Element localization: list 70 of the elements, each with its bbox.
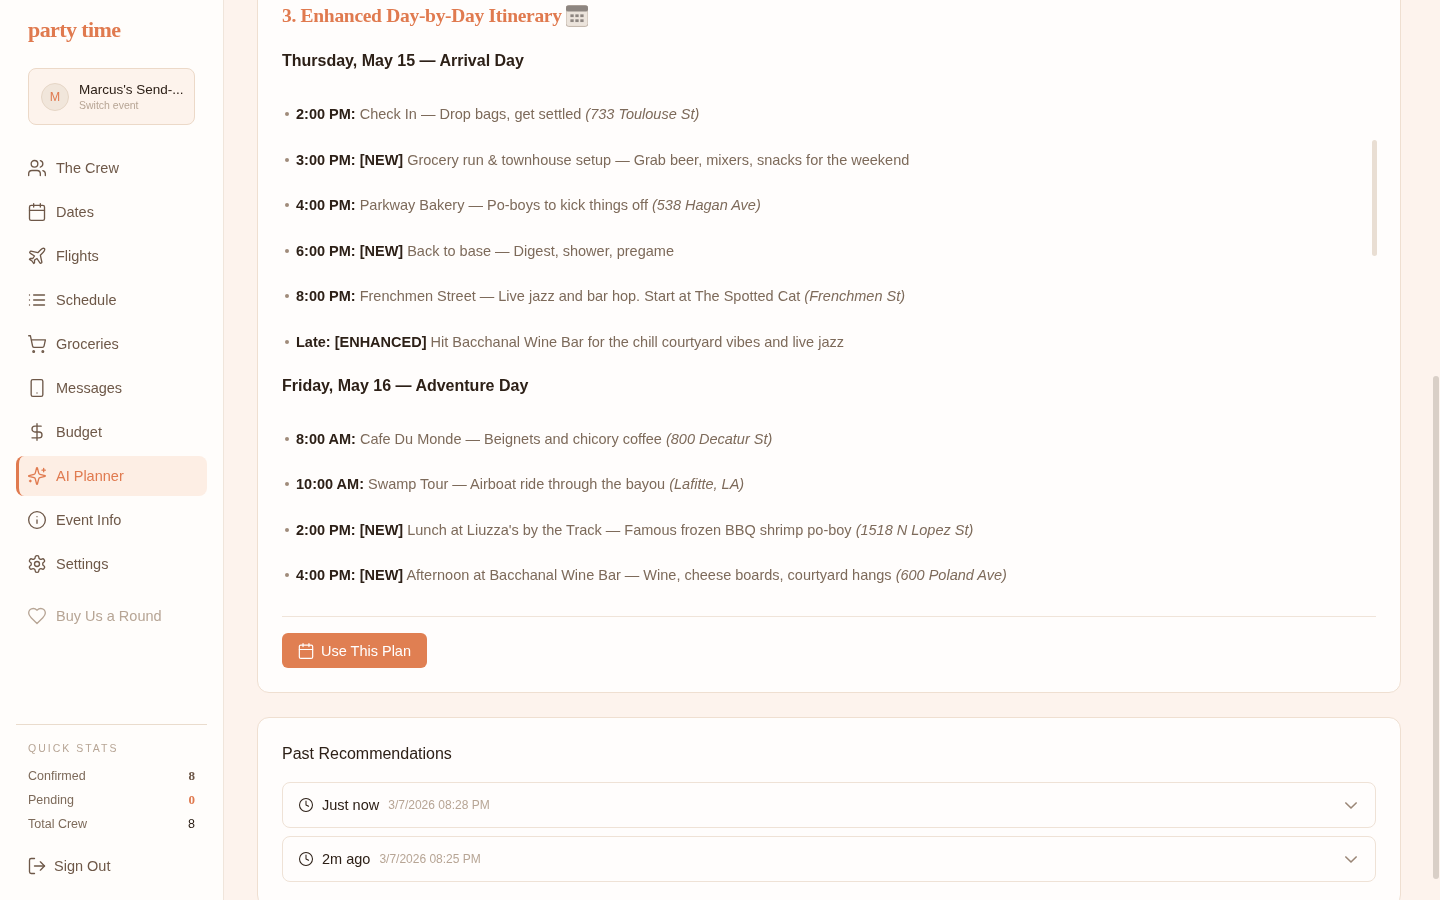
switch-event-hint: Switch event (79, 99, 140, 112)
nav-item[interactable]: Budget (16, 412, 207, 452)
calendar-icon (298, 642, 314, 659)
sparkles-icon (28, 467, 46, 485)
bullet-icon (285, 527, 289, 532)
clock-icon (299, 798, 313, 812)
settings-icon (28, 555, 46, 573)
bullet-icon (285, 436, 289, 441)
nav-item[interactable]: The Crew (16, 148, 207, 188)
itinerary-item: 10:00 AM: Swamp Tour — Airboat ride through the bayou (Lafitte, LA) (296, 475, 745, 494)
stat-label: Confirmed (28, 768, 86, 785)
bullet-icon (285, 203, 289, 207)
stat-label: Pending (28, 792, 74, 809)
event-name: Marcus's Send-... (79, 81, 184, 99)
heart-icon (28, 607, 46, 625)
bullet-icon (285, 339, 289, 344)
event-switcher[interactable]: M Marcus's Send-... Switch event (28, 68, 195, 125)
history-item[interactable]: 2m ago 3/7/2026 08:25 PM (282, 836, 1376, 882)
calendar-icon (565, 5, 588, 27)
app-logo: party time (27, 16, 121, 44)
nav-item[interactable]: Settings (16, 544, 207, 584)
calendar-icon (28, 203, 46, 221)
nav-item[interactable]: Event Info (16, 500, 207, 540)
history-timestamp: 3/7/2026 08:25 PM (379, 852, 481, 866)
nav-item[interactable]: Flights (16, 236, 207, 276)
users-icon (28, 159, 46, 177)
bullet-icon (285, 248, 289, 253)
itinerary-item: Late: [ENHANCED] Hit Bacchanal Wine Bar for the chill courtyard vibes and live jazz (296, 332, 844, 352)
card-title: Past Recommendations (282, 744, 452, 764)
log-out-icon (28, 857, 46, 875)
history-item[interactable]: Just now 3/7/2026 08:28 PM (282, 782, 1376, 828)
itinerary-item: 4:00 PM: [NEW] Afternoon at Bacchanal Wine Bar — Wine, cheese boards, courtyard hangs (600 Poland Ave) (296, 566, 1007, 585)
dollar-icon (28, 423, 46, 441)
bullet-icon (285, 573, 289, 577)
history-label: Just now (322, 797, 380, 813)
day-heading: Thursday, May 15 — Arrival Day (282, 51, 524, 71)
bullet-icon (285, 112, 289, 116)
bullet-icon (285, 482, 289, 486)
stat-value: 8 (188, 816, 195, 833)
stat-value: 8 (188, 767, 195, 785)
list-icon (28, 291, 46, 309)
clock-icon (299, 852, 313, 866)
quick-stats-title: QUICK STATS (28, 742, 119, 754)
itinerary-item: 2:00 PM: Check In — Drop bags, get settled (733 Toulouse St) (296, 105, 700, 124)
info-icon (28, 511, 46, 529)
plane-icon (28, 247, 46, 265)
scrollbar-thumb[interactable] (1372, 140, 1377, 256)
nav-item[interactable]: Schedule (16, 280, 207, 320)
day-heading: Friday, May 16 — Adventure Day (282, 375, 529, 396)
nav-item[interactable]: Dates (16, 192, 207, 232)
bullet-icon (285, 157, 289, 162)
bullet-icon (285, 294, 289, 298)
itinerary-item: 4:00 PM: Parkway Bakery — Po-boys to kick things off (538 Hagan Ave) (296, 196, 761, 215)
itinerary-item: 8:00 PM: Frenchmen Street — Live jazz and bar hop. Start at The Spotted Cat (Frenchmen St) (296, 287, 906, 306)
nav-item[interactable]: Groceries (16, 324, 207, 364)
event-avatar: M (41, 82, 69, 111)
itinerary-item: 3:00 PM: [NEW] Grocery run & townhouse setup — Grab beer, mixers, snacks for the weekend (296, 150, 910, 170)
history-timestamp: 3/7/2026 08:28 PM (388, 798, 490, 812)
itinerary-item: 8:00 AM: Cafe Du Monde — Beignets and chicory coffee (800 Decatur St) (296, 429, 773, 449)
sign-out-link[interactable]: Sign Out (28, 856, 111, 876)
cart-icon (28, 335, 46, 353)
nav-item[interactable]: Messages (16, 368, 207, 408)
stat-label: Total Crew (28, 816, 88, 833)
section-heading: 3. Enhanced Day-by-Day Itinerary (282, 4, 562, 28)
stat-value: 0 (188, 791, 195, 809)
history-label: 2m ago (322, 851, 371, 867)
itinerary-item: 6:00 PM: [NEW] Back to base — Digest, shower, pregame (296, 241, 674, 261)
scrollbar-thumb[interactable] (1433, 376, 1439, 879)
itinerary-item: 2:00 PM: [NEW] Lunch at Liuzza's by the Track — Famous frozen BBQ shrimp po-boy (1518 N Lopez St) (296, 520, 974, 540)
phone-icon (28, 379, 46, 397)
